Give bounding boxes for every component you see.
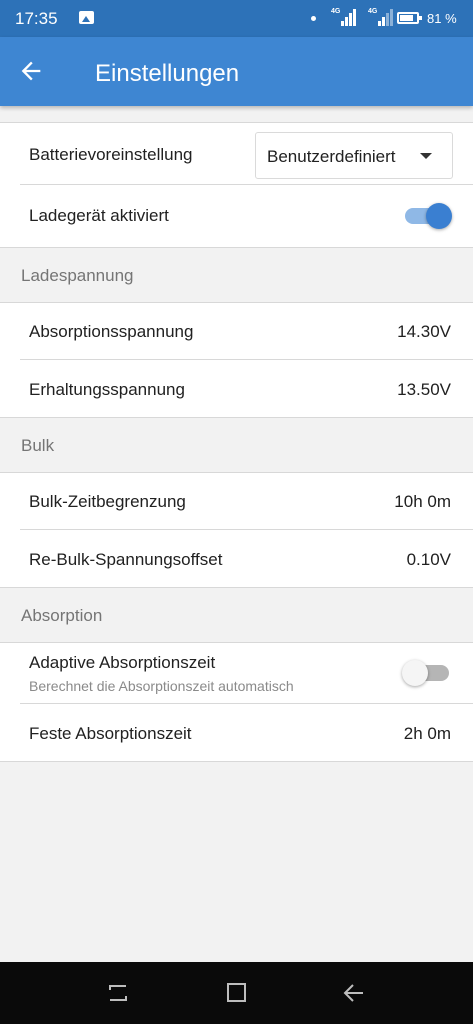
adaptive-absorption-row[interactable]: Adaptive Absorptionszeit Berechnet die A… <box>20 643 473 704</box>
status-bar: 17:35 4G 4G 81 % <box>0 0 473 37</box>
signal-icon: 4G <box>368 8 394 26</box>
float-voltage-row[interactable]: Erhaltungsspannung 13.50V <box>20 360 473 417</box>
absorption-voltage-row[interactable]: Absorptionsspannung 14.30V <box>20 303 473 360</box>
section-header-bulk: Bulk <box>0 418 473 473</box>
bulk-time-limit-row[interactable]: Bulk-Zeitbegrenzung 10h 0m <box>20 473 473 530</box>
signal-icon: 4G <box>331 8 357 26</box>
float-voltage-value: 13.50V <box>397 380 451 399</box>
section-title: Absorption <box>21 606 103 625</box>
adaptive-absorption-sublabel: Berechnet die Absorptionszeit automatisc… <box>29 678 294 694</box>
float-voltage-label: Erhaltungsspannung <box>29 380 185 399</box>
general-settings-card: Batterievoreinstellung Benutzerdefiniert… <box>0 122 473 248</box>
fixed-absorption-label: Feste Absorptionszeit <box>29 724 192 743</box>
recents-icon[interactable] <box>106 982 130 1004</box>
settings-content: Batterievoreinstellung Benutzerdefiniert… <box>0 106 473 762</box>
rebulk-offset-value: 0.10V <box>406 550 451 569</box>
image-notification-icon <box>79 11 94 24</box>
charger-enabled-label: Ladegerät aktiviert <box>29 206 169 225</box>
fixed-absorption-row[interactable]: Feste Absorptionszeit 2h 0m <box>20 704 473 761</box>
network-type-label: 4G <box>331 8 341 15</box>
adaptive-absorption-label: Adaptive Absorptionszeit <box>29 653 216 672</box>
status-time: 17:35 <box>15 9 58 28</box>
adaptive-absorption-toggle[interactable] <box>402 660 452 686</box>
battery-preset-value: Benutzerdefiniert <box>267 147 396 166</box>
absorption-voltage-label: Absorptionsspannung <box>29 322 194 341</box>
section-header-absorption: Absorption <box>0 588 473 643</box>
battery-preset-label: Batterievoreinstellung <box>29 145 193 164</box>
app-bar: Einstellungen <box>0 37 473 106</box>
battery-icon <box>397 12 422 24</box>
home-icon[interactable] <box>225 982 249 1004</box>
rebulk-offset-label: Re-Bulk-Spannungsoffset <box>29 550 223 569</box>
bulk-card: Bulk-Zeitbegrenzung 10h 0m Re-Bulk-Spann… <box>0 473 473 588</box>
chevron-down-icon <box>420 153 432 159</box>
battery-preset-dropdown[interactable]: Benutzerdefiniert <box>255 132 453 179</box>
charge-voltage-card: Absorptionsspannung 14.30V Erhaltungsspa… <box>0 303 473 418</box>
bulk-time-limit-label: Bulk-Zeitbegrenzung <box>29 492 186 511</box>
section-header-charge-voltage: Ladespannung <box>0 248 473 303</box>
rebulk-offset-row[interactable]: Re-Bulk-Spannungsoffset 0.10V <box>20 530 473 587</box>
system-nav-bar <box>0 962 473 1024</box>
page-title: Einstellungen <box>95 60 240 87</box>
charger-enabled-toggle[interactable] <box>402 203 452 229</box>
nav-back-icon[interactable] <box>342 982 366 1004</box>
absorption-card: Adaptive Absorptionszeit Berechnet die A… <box>0 643 473 762</box>
battery-preset-row: Batterievoreinstellung Benutzerdefiniert <box>20 123 473 185</box>
fixed-absorption-value: 2h 0m <box>403 724 451 743</box>
notification-dot-icon <box>311 16 316 21</box>
section-title: Ladespannung <box>21 266 134 285</box>
battery-percent: 81 % <box>427 11 457 26</box>
arrow-left-icon[interactable] <box>17 57 45 85</box>
absorption-voltage-value: 14.30V <box>397 322 451 341</box>
network-type-label: 4G <box>368 8 378 15</box>
bulk-time-limit-value: 10h 0m <box>394 492 451 511</box>
charger-enabled-row[interactable]: Ladegerät aktiviert <box>20 185 473 247</box>
section-title: Bulk <box>21 436 55 455</box>
